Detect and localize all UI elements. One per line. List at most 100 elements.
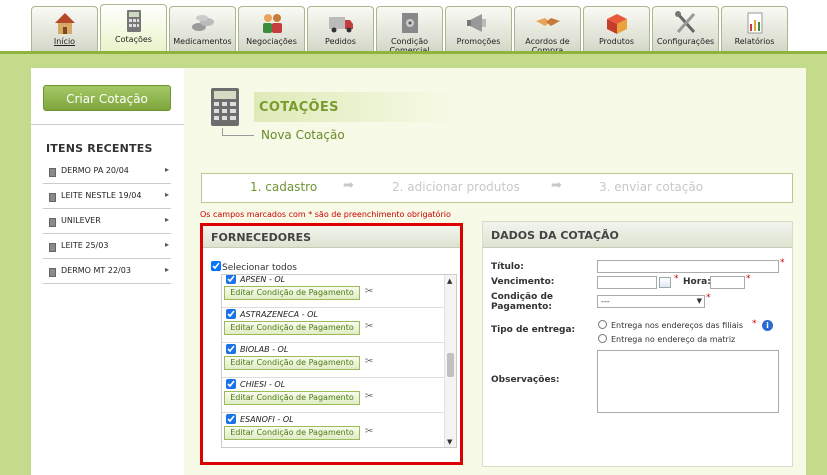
chevron-right-icon: ▸ — [164, 240, 169, 249]
tools-icon[interactable]: ✂ — [365, 286, 373, 297]
tools-icon[interactable]: ✂ — [365, 321, 373, 332]
scroll-up-icon[interactable]: ▲ — [447, 277, 452, 285]
recent-item-label: UNILEVER — [61, 216, 101, 225]
tipo-entrega-label: Tipo de entrega: — [491, 325, 576, 335]
pills-icon — [191, 15, 214, 31]
edit-payment-condition-button[interactable]: Editar Condição de Pagamento — [224, 321, 360, 335]
recent-item-label: DERMO PA 20/04 — [61, 166, 129, 175]
step-adicionar-produtos: 2. adicionar produtos — [392, 180, 520, 194]
required-mark: * — [780, 258, 785, 268]
fornecedor-checkbox[interactable] — [226, 309, 236, 319]
page-title: COTAÇÕES — [259, 100, 339, 115]
calendar-icon[interactable] — [659, 277, 671, 288]
hora-input[interactable] — [710, 276, 745, 289]
tools-icon[interactable]: ✂ — [365, 391, 373, 402]
tab-promocoes[interactable]: Promoções — [445, 6, 512, 51]
tab-label: Início — [53, 37, 76, 46]
edit-payment-condition-button[interactable]: Editar Condição de Pagamento — [224, 426, 360, 440]
edit-payment-condition-button[interactable]: Editar Condição de Pagamento — [224, 391, 360, 405]
list-item: CHIESI - OL Editar Condição de Pagamento… — [222, 378, 444, 413]
entrega-matriz-radio[interactable] — [598, 334, 607, 343]
fornecedor-checkbox[interactable] — [226, 344, 236, 354]
create-quote-button[interactable]: Criar Cotação — [43, 85, 171, 111]
tab-configuracoes[interactable]: Configurações — [652, 6, 719, 51]
select-all-checkbox[interactable] — [211, 261, 221, 271]
required-mark: * — [706, 293, 711, 303]
main-content: COTAÇÕES Nova Cotação 1. cadastro ➡ 2. a… — [184, 68, 806, 475]
fornecedor-name: ESANOFI - OL — [240, 415, 294, 424]
recent-items-title: ITENS RECENTES — [46, 142, 153, 155]
truck-icon — [328, 17, 353, 33]
entrega-matriz-label: Entrega no endereço da matriz — [611, 335, 736, 344]
condicao-select[interactable]: --- ▼ — [597, 295, 705, 308]
scroll-thumb[interactable] — [447, 353, 454, 377]
tab-inicio[interactable]: Início — [31, 6, 98, 51]
chevron-right-icon: ▸ — [164, 190, 169, 199]
dados-heading: DADOS DA COTAÇÃO — [491, 229, 619, 242]
recent-item[interactable]: LEITE 25/03 ▸ — [43, 235, 171, 259]
info-icon[interactable]: i — [762, 320, 773, 331]
tools-icon — [674, 11, 695, 33]
tab-negociacoes[interactable]: Negociações — [238, 6, 305, 51]
select-all-label: Selecionar todos — [222, 263, 297, 273]
scroll-down-icon[interactable]: ▼ — [447, 438, 452, 446]
titulo-input[interactable] — [597, 260, 779, 273]
fornecedores-list[interactable]: APSEN - OL Editar Condição de Pagamento … — [221, 274, 457, 448]
tab-medicamentos[interactable]: Medicamentos — [169, 6, 236, 51]
tools-icon[interactable]: ✂ — [365, 356, 373, 367]
list-scrollbar[interactable]: ▲ ▼ — [444, 275, 456, 447]
chevron-right-icon: ▸ — [164, 165, 169, 174]
fornecedores-header: FORNECEDORES — [203, 226, 460, 248]
fornecedor-name: ASTRAZENECA - OL — [240, 310, 318, 319]
fornecedor-checkbox[interactable] — [226, 379, 236, 389]
condicao-label: Condição de Pagamento: — [491, 292, 553, 312]
step-cadastro[interactable]: 1. cadastro — [250, 180, 317, 194]
document-icon — [49, 193, 56, 202]
observacoes-label: Observações: — [491, 375, 560, 385]
fornecedor-checkbox[interactable] — [226, 414, 236, 424]
sidebar-divider — [31, 124, 184, 125]
tab-acordos-de-compra[interactable]: Acordos de Compra — [514, 6, 581, 55]
recent-item[interactable]: LEITE NESTLE 19/04 ▸ — [43, 185, 171, 209]
vencimento-input[interactable] — [597, 276, 657, 289]
tab-produtos[interactable]: Produtos — [583, 6, 650, 51]
tab-cotacoes[interactable]: Cotações — [100, 4, 167, 52]
step-enviar-cotacao: 3. enviar cotação — [599, 180, 704, 194]
page-subtitle: Nova Cotação — [261, 128, 345, 142]
hora-label: Hora: — [683, 277, 711, 287]
list-item: APSEN - OL Editar Condição de Pagamento … — [222, 275, 444, 308]
recent-item-label: DERMO MT 22/03 — [61, 266, 131, 275]
house-icon — [54, 13, 75, 34]
list-item: ASTRAZENECA - OL Editar Condição de Paga… — [222, 308, 444, 343]
box-icon — [606, 14, 627, 34]
tab-condicao-comercial[interactable]: Condição Comercial — [376, 6, 443, 55]
recent-item[interactable]: DERMO PA 20/04 ▸ — [43, 160, 171, 184]
edit-payment-condition-button[interactable]: Editar Condição de Pagamento — [224, 286, 360, 300]
list-item: ESANOFI - OL Editar Condição de Pagament… — [222, 413, 444, 447]
recent-item[interactable]: DERMO MT 22/03 ▸ — [43, 260, 171, 284]
condicao-value: --- — [601, 297, 610, 306]
tab-label: Produtos — [598, 37, 635, 46]
observacoes-textarea[interactable] — [597, 350, 779, 413]
entrega-filiais-radio[interactable] — [598, 320, 607, 329]
handshake-icon — [535, 18, 560, 26]
document-icon — [49, 243, 56, 252]
titulo-label: Título: — [491, 262, 524, 272]
tools-icon[interactable]: ✂ — [365, 426, 373, 437]
recent-item[interactable]: UNILEVER ▸ — [43, 210, 171, 234]
recent-item-label: LEITE 25/03 — [61, 241, 109, 250]
tab-label: Negociações — [246, 37, 297, 46]
tab-pedidos[interactable]: Pedidos — [307, 6, 374, 51]
select-all[interactable]: Selecionar todos — [211, 261, 297, 273]
fornecedor-checkbox[interactable] — [226, 275, 236, 284]
tab-label: Medicamentos — [173, 37, 232, 46]
edit-payment-condition-button[interactable]: Editar Condição de Pagamento — [224, 356, 360, 370]
right-band — [806, 68, 827, 475]
calculator-icon — [126, 10, 141, 32]
tab-label: Cotações — [115, 35, 152, 44]
tab-relatorios[interactable]: Relatórios — [721, 6, 788, 51]
sidebar: Criar Cotação ITENS RECENTES DERMO PA 20… — [31, 68, 184, 475]
arrow-right-icon: ➡ — [551, 178, 562, 193]
chart-icon — [747, 12, 762, 34]
header-band — [0, 54, 827, 68]
